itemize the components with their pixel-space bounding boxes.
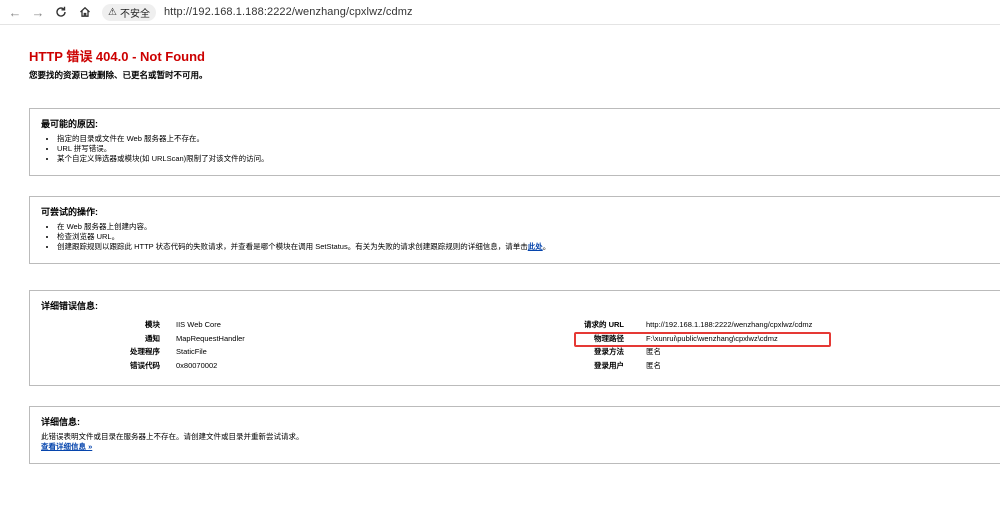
table-row: 模块 IIS Web Core (60, 318, 245, 332)
detail-label: 处理程序 (130, 347, 160, 357)
detail-value: 0x80070002 (176, 360, 218, 370)
list-item: 创建跟踪规则以跟踪此 HTTP 状态代码的失败请求，并查看是哪个模块在调用 Se… (57, 242, 989, 252)
more-info-text: 此错误表明文件或目录在服务器上不存在。请创建文件或目录并重新尝试请求。 (41, 432, 304, 441)
address-bar[interactable]: ⚠ 不安全 http://192.168.1.188:2222/wenzhang… (102, 2, 413, 22)
error-page-content: HTTP 错误 404.0 - Not Found 您要找的资源已被删除、已更名… (29, 40, 1000, 464)
list-item: 检查浏览器 URL。 (57, 232, 989, 242)
detail-value: StaticFile (176, 347, 207, 357)
table-row: 登录方法 匿名 (510, 345, 812, 359)
browser-toolbar: ← → ⚠ 不安全 http://192.168.1.188:2222/wenz… (0, 0, 1000, 25)
detail-label: 登录方法 (594, 347, 624, 357)
detail-label: 请求的 URL (584, 320, 624, 330)
causes-list: 指定的目录或文件在 Web 服务器上不存在。 URL 拼写错误。 某个自定义筛选… (41, 134, 989, 164)
list-item: 在 Web 服务器上创建内容。 (57, 222, 989, 232)
table-row: 通知 MapRequestHandler (60, 332, 245, 346)
here-link[interactable]: 此处 (528, 242, 543, 251)
detail-value: http://192.168.1.188:2222/wenzhang/cpxlw… (646, 320, 813, 330)
table-row: 请求的 URL http://192.168.1.188:2222/wenzhan… (510, 318, 812, 332)
security-label: 不安全 (119, 8, 150, 20)
detail-value: IIS Web Core (176, 320, 221, 330)
page-subtitle: 您要找的资源已被删除、已更名或暂时不可用。 (29, 70, 208, 80)
page-title: HTTP 错误 404.0 - Not Found (29, 49, 205, 64)
actions-heading: 可尝试的操作: (41, 207, 98, 217)
detail-label: 登录用户 (594, 360, 624, 370)
back-arrow-icon[interactable]: ← (6, 3, 24, 21)
actions-panel: 可尝试的操作: 在 Web 服务器上创建内容。 检查浏览器 URL。 创建跟踪规… (29, 196, 1000, 264)
actions-list: 在 Web 服务器上创建内容。 检查浏览器 URL。 创建跟踪规则以跟踪此 HT… (41, 222, 989, 252)
trace-rule-text: 创建跟踪规则以跟踪此 HTTP 状态代码的失败请求，并查看是哪个模块在调用 Se… (57, 242, 528, 251)
list-item: URL 拼写错误。 (57, 144, 989, 154)
view-details-link[interactable]: 查看详细信息 » (41, 442, 92, 451)
url-text[interactable]: http://192.168.1.188:2222/wenzhang/cpxlw… (164, 6, 413, 18)
security-indicator[interactable]: ⚠ 不安全 (102, 3, 156, 21)
details-left-table: 模块 IIS Web Core 通知 MapRequestHandler 处理程序 S… (60, 318, 245, 372)
home-icon[interactable] (76, 3, 94, 21)
details-panel: 详细错误信息: 模块 IIS Web Core 通知 MapRequestHandl… (29, 290, 1000, 386)
details-heading: 详细错误信息: (41, 301, 98, 311)
table-row: 错误代码 0x80070002 (60, 359, 245, 373)
detail-value: MapRequestHandler (176, 333, 245, 343)
detail-label: 物理路径 (594, 333, 624, 343)
table-row: 登录用户 匿名 (510, 359, 812, 373)
more-info-heading: 详细信息: (41, 417, 80, 427)
warning-triangle-icon: ⚠ (108, 6, 117, 18)
causes-panel: 最可能的原因: 指定的目录或文件在 Web 服务器上不存在。 URL 拼写错误。… (29, 108, 1000, 176)
trace-rule-end: 。 (542, 242, 551, 251)
reload-icon[interactable] (52, 3, 70, 21)
detail-label: 模块 (145, 320, 160, 330)
detail-value: 匿名 (646, 347, 661, 357)
detail-value: 匿名 (646, 360, 661, 370)
forward-arrow-icon[interactable]: → (29, 3, 47, 21)
details-right-table: 请求的 URL http://192.168.1.188:2222/wenzhan… (510, 318, 812, 372)
causes-heading: 最可能的原因: (41, 119, 98, 129)
table-row: 处理程序 StaticFile (60, 345, 245, 359)
table-row: 物理路径 F:\xunrui\public\wenzhang\cpxlwz\cdm… (510, 332, 812, 346)
detail-label: 错误代码 (130, 360, 160, 370)
list-item: 指定的目录或文件在 Web 服务器上不存在。 (57, 134, 989, 144)
list-item: 某个自定义筛选器或模块(如 URLScan)限制了对该文件的访问。 (57, 154, 989, 164)
detail-label: 通知 (145, 333, 160, 343)
more-info-panel: 详细信息: 此错误表明文件或目录在服务器上不存在。请创建文件或目录并重新尝试请求… (29, 406, 1000, 464)
detail-value: F:\xunrui\public\wenzhang\cpxlwz\cdmz (646, 333, 778, 343)
